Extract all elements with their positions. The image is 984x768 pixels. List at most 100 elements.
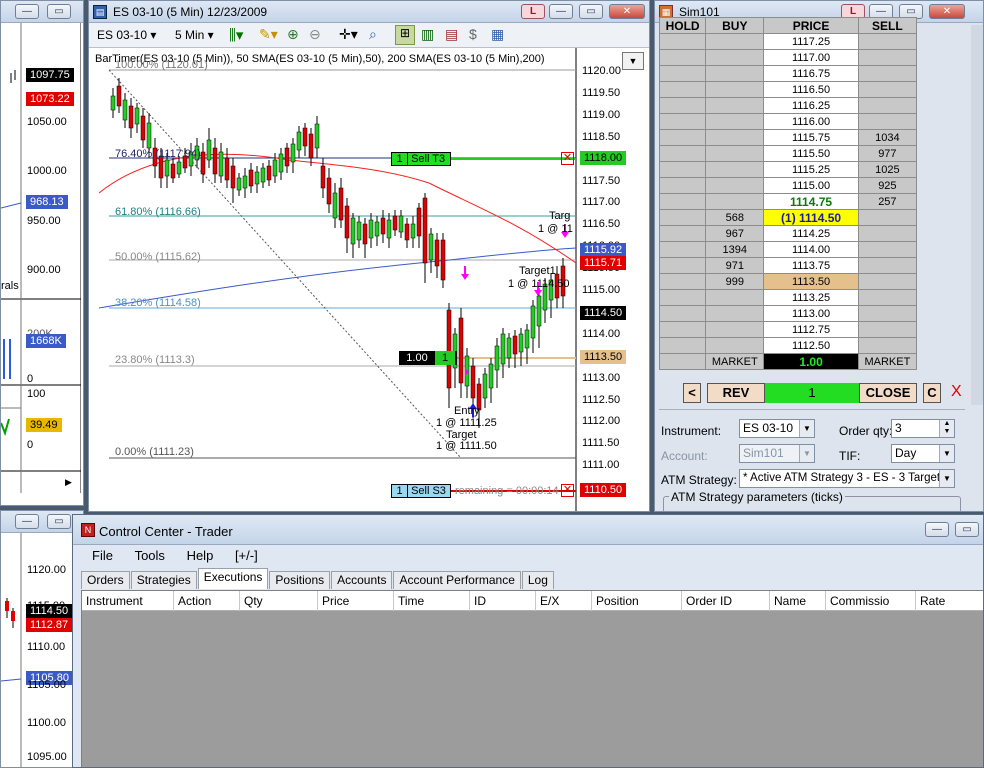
sell-cell[interactable] (857, 97, 918, 114)
menu-tools[interactable]: Tools (135, 548, 165, 563)
sell-cell[interactable] (857, 225, 918, 242)
column-header[interactable]: Qty (240, 591, 318, 611)
sell-cell[interactable] (857, 305, 918, 322)
minimize-button[interactable]: — (549, 4, 573, 19)
atm-strategy-select[interactable]: * Active ATM Strategy 3 - ES - 3 Targets… (739, 469, 955, 488)
buy-cell[interactable] (705, 145, 765, 162)
buy-cell[interactable] (705, 321, 765, 338)
hold-cell[interactable] (658, 289, 707, 306)
sell-cell[interactable] (857, 33, 918, 50)
sell-cell[interactable]: 977 (857, 145, 918, 162)
position-marker[interactable]: 1.00 1 (399, 351, 457, 365)
buy-cell[interactable] (705, 33, 765, 50)
hold-cell[interactable] (658, 129, 707, 146)
price-cell[interactable]: 1113.00 (763, 305, 859, 322)
buy-cell[interactable] (705, 289, 765, 306)
tab-orders[interactable]: Orders (81, 571, 130, 589)
buy-cell[interactable] (705, 193, 765, 210)
close-position-button[interactable]: CLOSE (859, 383, 917, 403)
sell-cell[interactable]: 257 (857, 193, 918, 210)
tab-accounts[interactable]: Accounts (331, 571, 393, 589)
hold-cell[interactable] (658, 321, 707, 338)
zoom-out-icon[interactable]: ⊖ (309, 26, 321, 43)
column-header[interactable]: Price (318, 591, 394, 611)
price-cell[interactable]: 1113.25 (763, 289, 859, 306)
hold-cell[interactable] (658, 49, 707, 66)
price-cell[interactable]: 1115.50 (763, 145, 859, 162)
maximize-button[interactable]: ▭ (47, 4, 71, 19)
hold-cell[interactable] (658, 337, 707, 354)
order-qty-stepper[interactable]: 3 ▲ ▼ (891, 419, 955, 438)
column-header[interactable]: ID (470, 591, 536, 611)
menu-expand[interactable]: [+/-] (235, 548, 258, 563)
buy-cell[interactable] (705, 81, 765, 98)
maximize-button[interactable]: ▭ (955, 522, 979, 537)
buy-cell[interactable] (705, 129, 765, 146)
buy-cell[interactable]: 999 (705, 273, 765, 290)
flatten-icon[interactable]: X (951, 383, 962, 401)
price-cell[interactable]: 1115.25 (763, 161, 859, 178)
close-button[interactable]: ✕ (929, 4, 965, 19)
hold-cell[interactable] (658, 145, 707, 162)
sell-cell[interactable]: 1034 (857, 129, 918, 146)
sell-cell[interactable] (857, 321, 918, 338)
price-cell[interactable]: 1116.75 (763, 65, 859, 82)
price-cell[interactable]: (1) 1114.50 (763, 209, 859, 226)
sell-cell[interactable]: 1025 (857, 161, 918, 178)
link-button[interactable]: L (521, 4, 545, 19)
hold-cell[interactable] (658, 209, 707, 226)
minimize-button[interactable]: — (15, 514, 39, 529)
buy-cell[interactable]: 971 (705, 257, 765, 274)
sell-cell[interactable] (857, 209, 918, 226)
minimize-button[interactable]: — (925, 522, 949, 537)
reverse-button[interactable]: REV (707, 383, 765, 403)
price-cell[interactable]: 1113.75 (763, 257, 859, 274)
zoom-in-icon[interactable]: ⊕ (287, 26, 299, 43)
buy-cell[interactable] (705, 97, 765, 114)
close-button[interactable]: ✕ (609, 4, 645, 19)
buy-cell[interactable] (705, 177, 765, 194)
pencil-icon[interactable]: ✎▾ (259, 26, 278, 43)
interval-selector[interactable]: 5 Min ▾ (175, 28, 214, 42)
price-cell[interactable]: 1114.00 (763, 241, 859, 258)
price-cell[interactable]: 1114.75 (763, 193, 859, 210)
column-header[interactable]: Position (592, 591, 682, 611)
tab-strategies[interactable]: Strategies (130, 571, 197, 589)
sell-cell[interactable] (857, 273, 918, 290)
price-cell[interactable]: 1114.25 (763, 225, 859, 242)
price-cell[interactable]: 1112.50 (763, 337, 859, 354)
hold-cell[interactable] (658, 97, 707, 114)
hold-cell[interactable] (658, 177, 707, 194)
crosshair-icon[interactable]: ✛▾ (339, 26, 358, 43)
sell-cell[interactable] (857, 81, 918, 98)
bar-type-icon[interactable]: ⫼▾ (229, 26, 243, 44)
price-cell[interactable]: 1116.50 (763, 81, 859, 98)
hold-cell[interactable] (658, 273, 707, 290)
chart-trader-icon[interactable]: ⊞ (395, 25, 415, 45)
column-header[interactable]: Name (770, 591, 826, 611)
hold-cell[interactable] (658, 193, 707, 210)
tab-log[interactable]: Log (521, 571, 554, 589)
sell-cell[interactable] (857, 49, 918, 66)
hold-cell[interactable] (658, 33, 707, 50)
minimize-button[interactable]: — (15, 4, 39, 19)
candles-icon[interactable]: ▥ (421, 26, 434, 43)
tab-executions[interactable]: Executions (197, 568, 269, 589)
hold-cell[interactable] (658, 225, 707, 242)
sell-cell[interactable] (857, 289, 918, 306)
hold-cell[interactable] (658, 305, 707, 322)
sell-cell[interactable] (857, 337, 918, 354)
stepper-arrows-icon[interactable]: ▲ ▼ (939, 420, 954, 437)
instrument-select[interactable]: ES 03-10 ▼ (739, 419, 815, 438)
chart-menu-button[interactable]: ▼ (622, 52, 644, 70)
account-select[interactable]: Sim101 ▼ (739, 444, 815, 463)
column-header[interactable]: Order ID (682, 591, 770, 611)
buy-cell[interactable] (705, 49, 765, 66)
tab-positions[interactable]: Positions (269, 571, 331, 589)
buy-cell[interactable] (705, 337, 765, 354)
sell-cell[interactable] (857, 241, 918, 258)
data-box-icon[interactable]: ▦ (491, 26, 504, 43)
strategy-icon[interactable]: $ (469, 26, 477, 42)
price-cell[interactable]: 1115.00 (763, 177, 859, 194)
scroll-left-button[interactable]: < (683, 383, 701, 403)
